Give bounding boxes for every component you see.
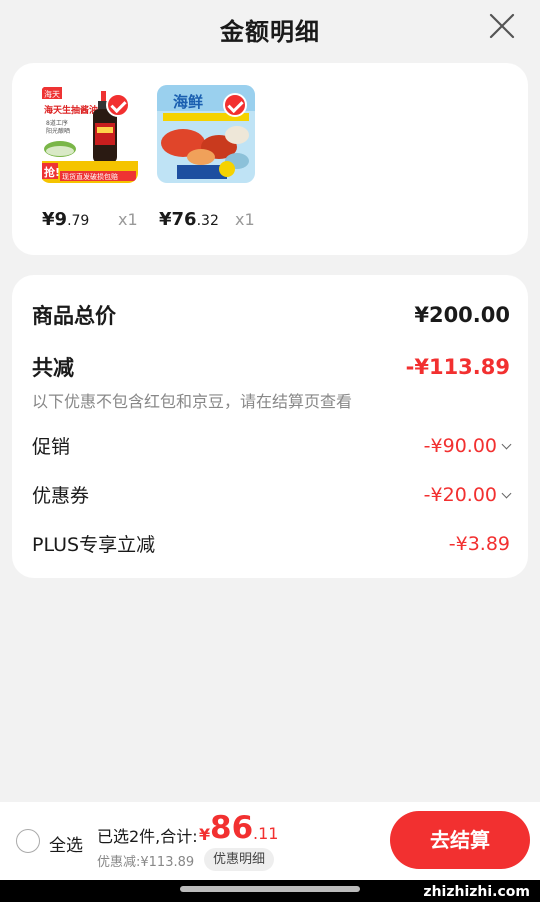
total-amount-integer: 86 — [210, 810, 254, 846]
product-card: 海天 海天生抽酱油 8道工序 阳光酿晒 抢! 现货直发破损包赔 ¥9.79 x1 — [12, 63, 528, 255]
header: 金额明细 — [0, 0, 540, 58]
promotion-value-wrap[interactable]: -¥90.00 — [423, 434, 512, 457]
total-reduce-row: 共减 -¥113.89 — [32, 352, 510, 382]
selected-check-icon[interactable] — [223, 93, 247, 117]
svg-text:现货直发破损包赔: 现货直发破损包赔 — [62, 172, 118, 181]
product-thumbnail[interactable]: 海天 海天生抽酱油 8道工序 阳光酿晒 抢! 现货直发破损包赔 — [40, 85, 138, 183]
chevron-down-icon[interactable] — [501, 439, 512, 449]
product-quantity: x1 — [118, 210, 138, 229]
system-nav-bar: zhizhizhi.com — [0, 880, 540, 902]
total-amount-decimal: .11 — [253, 824, 279, 843]
selected-count-text: 已选2件,合计: — [97, 827, 198, 846]
plus-discount-value: -¥3.89 — [448, 532, 510, 555]
promotion-row[interactable]: 促销 -¥90.00 — [32, 432, 512, 459]
product-price: ¥76.32 — [159, 209, 219, 230]
home-indicator[interactable] — [180, 886, 360, 892]
select-all-radio[interactable] — [16, 829, 40, 853]
total-price-row: 商品总价 ¥200.00 — [32, 300, 510, 330]
product-thumbnail[interactable]: 海鲜 — [157, 85, 255, 183]
svg-text:海鲜: 海鲜 — [173, 93, 203, 111]
checkout-button[interactable]: 去结算 — [390, 811, 530, 869]
product-quantity: x1 — [235, 210, 255, 229]
product-price: ¥9.79 — [42, 209, 90, 230]
watermark-text: zhizhizhi.com — [423, 884, 530, 900]
chevron-down-icon[interactable] — [501, 488, 512, 498]
discount-detail-button[interactable]: 优惠明细 — [204, 848, 275, 871]
discount-total-text: 优惠减:¥113.89 — [97, 855, 195, 870]
total-price-label: 商品总价 — [32, 304, 116, 328]
svg-text:海天生抽酱油: 海天生抽酱油 — [44, 104, 98, 116]
svg-text:海天: 海天 — [44, 89, 60, 99]
svg-text:阳光酿晒: 阳光酿晒 — [46, 127, 70, 135]
coupon-value: -¥20.00 — [423, 483, 497, 506]
total-reduce-value: -¥113.89 — [405, 355, 510, 379]
plus-discount-row: PLUS专享立减 -¥3.89 — [32, 530, 510, 557]
total-currency: ¥ — [199, 825, 211, 844]
product-item[interactable]: 海天 海天生抽酱油 8道工序 阳光酿晒 抢! 现货直发破损包赔 ¥9.79 x1 — [40, 85, 150, 230]
close-icon[interactable] — [488, 12, 516, 40]
select-all-label[interactable]: 全选 — [49, 831, 83, 856]
coupon-label: 优惠券 — [32, 485, 90, 507]
selected-check-icon[interactable] — [106, 93, 130, 117]
checkout-bar: 全选 已选2件,合计: ¥ 86 .11 优惠减:¥113.89 优惠明细 去结… — [0, 802, 540, 880]
svg-text:8道工序: 8道工序 — [46, 119, 68, 127]
total-reduce-label: 共减 — [32, 356, 74, 380]
page-title: 金额明细 — [220, 18, 320, 46]
product-item[interactable]: 海鲜 ¥76.32 x1 — [157, 85, 267, 230]
promotion-label: 促销 — [32, 436, 71, 458]
total-price-value: ¥200.00 — [414, 303, 510, 327]
promotion-value: -¥90.00 — [423, 434, 497, 457]
coupon-value-wrap[interactable]: -¥20.00 — [423, 483, 512, 506]
price-summary-card: 商品总价 ¥200.00 共减 -¥113.89 以下优惠不包含红包和京豆，请在… — [12, 275, 528, 578]
coupon-row[interactable]: 优惠券 -¥20.00 — [32, 481, 512, 508]
svg-text:抢!: 抢! — [44, 165, 60, 179]
discount-note: 以下优惠不包含红包和京豆，请在结算页查看 — [32, 392, 353, 411]
plus-discount-label: PLUS专享立减 — [32, 534, 156, 556]
